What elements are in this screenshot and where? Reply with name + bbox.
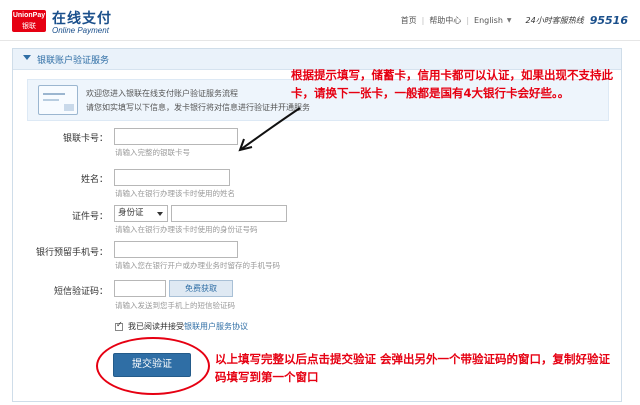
arrow-line: [239, 107, 301, 151]
annotation-arrow: [238, 107, 301, 152]
